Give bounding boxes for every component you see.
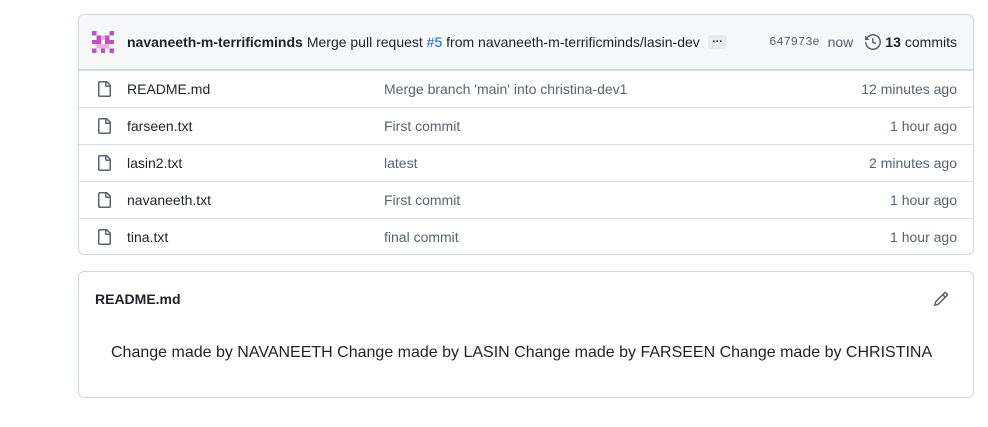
file-row[interactable]: tina.txt final commit 1 hour ago bbox=[79, 218, 973, 254]
commit-author-link[interactable]: navaneeth-m-terrificminds bbox=[127, 34, 303, 50]
commit-sha-link[interactable]: 647973e bbox=[769, 35, 819, 49]
readme-title[interactable]: README.md bbox=[95, 291, 181, 307]
file-commit-time: 2 minutes ago bbox=[869, 155, 957, 171]
history-icon bbox=[865, 34, 882, 50]
commit-message[interactable]: Merge pull request #5 from navaneeth-m-t… bbox=[307, 34, 700, 50]
file-icon bbox=[98, 118, 111, 134]
file-name-link[interactable]: lasin2.txt bbox=[127, 155, 384, 171]
file-commit-message-link[interactable]: Merge branch 'main' into christina-dev1 bbox=[384, 81, 861, 97]
commit-message-suffix[interactable]: from navaneeth-m-terrificminds/lasin-dev bbox=[442, 34, 700, 50]
expand-commit-message-button[interactable]: … bbox=[707, 34, 727, 49]
file-commit-time: 1 hour ago bbox=[890, 118, 957, 134]
file-row[interactable]: navaneeth.txt First commit 1 hour ago bbox=[79, 181, 973, 218]
readme-box: README.md Change made by NAVANEETH Chang… bbox=[78, 271, 974, 398]
readme-content: Change made by NAVANEETH Change made by … bbox=[111, 344, 933, 361]
commit-message-prefix[interactable]: Merge pull request bbox=[307, 34, 427, 50]
file-row[interactable]: README.md Merge branch 'main' into chris… bbox=[79, 70, 973, 107]
file-row[interactable]: lasin2.txt latest 2 minutes ago bbox=[79, 144, 973, 181]
pencil-icon[interactable] bbox=[933, 291, 949, 307]
file-commit-message-link[interactable]: final commit bbox=[384, 229, 890, 245]
file-commit-message-link[interactable]: First commit bbox=[384, 192, 890, 208]
file-name-link[interactable]: tina.txt bbox=[127, 229, 384, 245]
file-icon bbox=[98, 155, 111, 171]
avatar[interactable] bbox=[92, 31, 114, 53]
file-commit-time: 1 hour ago bbox=[890, 229, 957, 245]
file-list-box: navaneeth-m-terrificminds Merge pull req… bbox=[78, 14, 974, 255]
file-icon bbox=[98, 229, 111, 245]
file-name-link[interactable]: navaneeth.txt bbox=[127, 192, 384, 208]
file-commit-message-link[interactable]: latest bbox=[384, 155, 869, 171]
file-row[interactable]: farseen.txt First commit 1 hour ago bbox=[79, 107, 973, 144]
commit-count[interactable]: 13 bbox=[885, 34, 901, 50]
latest-commit-header: navaneeth-m-terrificminds Merge pull req… bbox=[79, 15, 973, 70]
file-name-link[interactable]: farseen.txt bbox=[127, 118, 384, 134]
commit-count-label[interactable]: commits bbox=[905, 34, 957, 50]
file-commit-time: 12 minutes ago bbox=[861, 81, 957, 97]
commit-history-link[interactable]: 13 commits bbox=[865, 34, 957, 50]
file-name-link[interactable]: README.md bbox=[127, 81, 384, 97]
file-commit-message-link[interactable]: First commit bbox=[384, 118, 890, 134]
file-icon bbox=[98, 192, 111, 208]
commit-time: now bbox=[827, 34, 854, 50]
file-icon bbox=[98, 81, 111, 97]
pull-request-link[interactable]: #5 bbox=[427, 34, 443, 50]
file-commit-time: 1 hour ago bbox=[890, 192, 957, 208]
